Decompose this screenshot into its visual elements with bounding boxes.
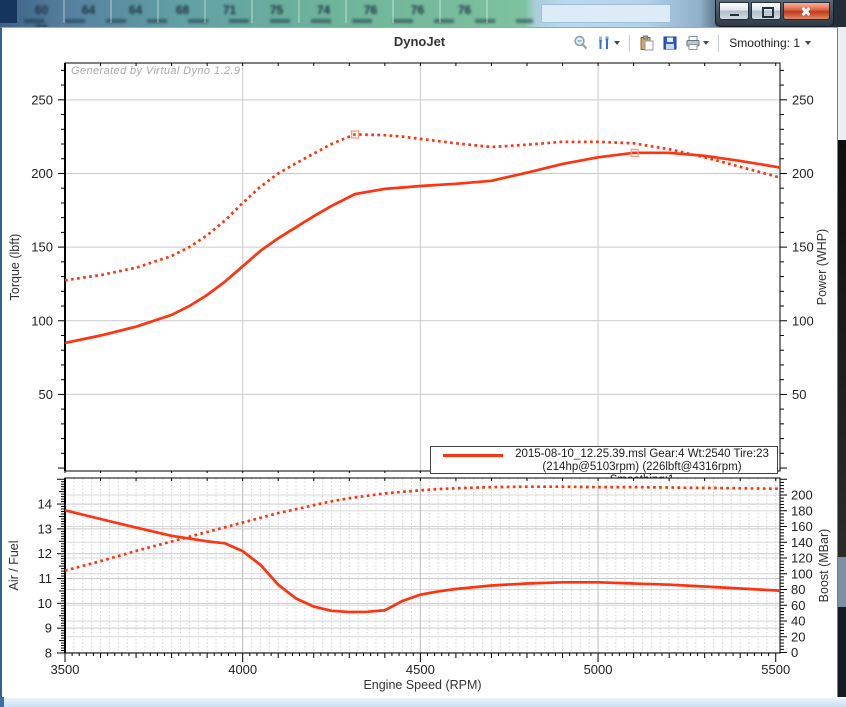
axis-label: 150 (792, 240, 814, 255)
axis-label: 4500 (406, 662, 435, 677)
axis-label: 5500 (761, 662, 790, 677)
toolbar-separator (718, 35, 719, 52)
axis-label: 180 (791, 503, 813, 518)
zoom-out-icon (573, 35, 589, 51)
screen: 6064646871757476767676 DynoJet (0, 0, 846, 707)
axis-label: 160 (791, 519, 813, 534)
axis-label: 40 (791, 614, 805, 629)
axis-label: 20 (791, 629, 805, 644)
axis-label: 14 (38, 497, 52, 512)
zoom-out-button[interactable] (572, 34, 590, 52)
watermark: Generated by Virtual Dyno 1.2.9 (71, 65, 240, 77)
axis-label: 8 (45, 646, 52, 661)
save-button[interactable] (661, 34, 679, 52)
axis-label: 250 (31, 92, 53, 107)
axis-label: 100 (31, 313, 53, 328)
clipboard-paste-icon (639, 35, 655, 51)
chevron-down-icon (805, 41, 811, 45)
smoothing-dropdown[interactable]: Smoothing: 1 (727, 35, 813, 51)
axis-label: Torque (lbft) (8, 234, 22, 301)
print-button[interactable] (684, 34, 710, 52)
axis-label: 100 (791, 566, 813, 581)
axis-label: Boost (MBar) (817, 529, 831, 603)
axis-label: 3500 (51, 662, 80, 677)
axis-label: 5000 (584, 662, 613, 677)
background-spreadsheet-strip: 6064646871757476767676 (0, 0, 846, 27)
minimize-icon (730, 14, 739, 16)
chevron-down-icon (614, 41, 620, 45)
chart-header: DynoJet (2, 28, 837, 58)
axis-label: 200 (791, 488, 813, 503)
axis-label: 11 (39, 571, 53, 586)
smoothing-label: Smoothing: 1 (729, 36, 800, 50)
spreadsheet-column-lines (18, 0, 533, 23)
print-icon (685, 35, 701, 51)
legend: 2015-08-10_12.25.39.msl Gear:4 Wt:2540 T… (430, 446, 778, 474)
axis-label: Air / Fuel (7, 540, 21, 590)
axis-label: 13 (38, 521, 52, 536)
minimize-button[interactable] (719, 2, 749, 20)
chevron-down-icon (703, 41, 709, 45)
bottom-chart-group: 8910111213140204060801001201401601802003… (7, 478, 831, 692)
axis-label: Engine Speed (RPM) (363, 678, 481, 692)
paste-button[interactable] (638, 34, 656, 52)
axis-label: 60 (791, 598, 805, 613)
background-search-box[interactable] (541, 4, 671, 23)
axis-label: 4000 (228, 662, 257, 677)
save-icon (662, 35, 678, 51)
close-button[interactable] (783, 2, 830, 20)
axis-label: 12 (38, 546, 52, 561)
legend-run-info: 2015-08-10_12.25.39.msl Gear:4 Wt:2540 T… (511, 448, 773, 461)
axis-label: 0 (791, 645, 798, 660)
axis-label: 150 (31, 240, 53, 255)
axis-label: 9 (45, 621, 52, 636)
axis-label: 10 (38, 596, 52, 611)
tools-icon (596, 35, 612, 51)
axis-label: 50 (792, 387, 806, 402)
axis-label: 200 (31, 166, 53, 181)
app-window: DynoJet (0, 27, 838, 697)
axis-label: Power (WHP) (815, 229, 829, 305)
dyno-chart[interactable]: 50 50 100 100 150 150 200 200 250 250 Torque (lbft… (2, 58, 840, 473)
tools-button[interactable] (595, 34, 621, 52)
axis-label: 80 (791, 582, 805, 597)
axis-label: 100 (792, 313, 814, 328)
afr-boost-chart[interactable]: 8910111213140204060801001201401601802003… (2, 473, 840, 707)
maximize-icon (762, 7, 774, 18)
toolbar-separator (629, 35, 630, 52)
top-chart-group: 50 50 100 100 150 150 200 200 250 250 Torque (lbft… (8, 63, 829, 473)
axis-label: 120 (791, 551, 813, 566)
axis-label: 200 (792, 166, 814, 181)
maximize-button[interactable] (751, 2, 781, 20)
axis-label: 250 (792, 92, 814, 107)
legend-line-sample (443, 454, 503, 457)
background-cell-selection (0, 0, 17, 23)
axis-label: 140 (791, 535, 813, 550)
toolbar: Smoothing: 1 (572, 32, 813, 54)
axis-label: 50 (39, 387, 53, 402)
window-controls (715, 0, 834, 27)
